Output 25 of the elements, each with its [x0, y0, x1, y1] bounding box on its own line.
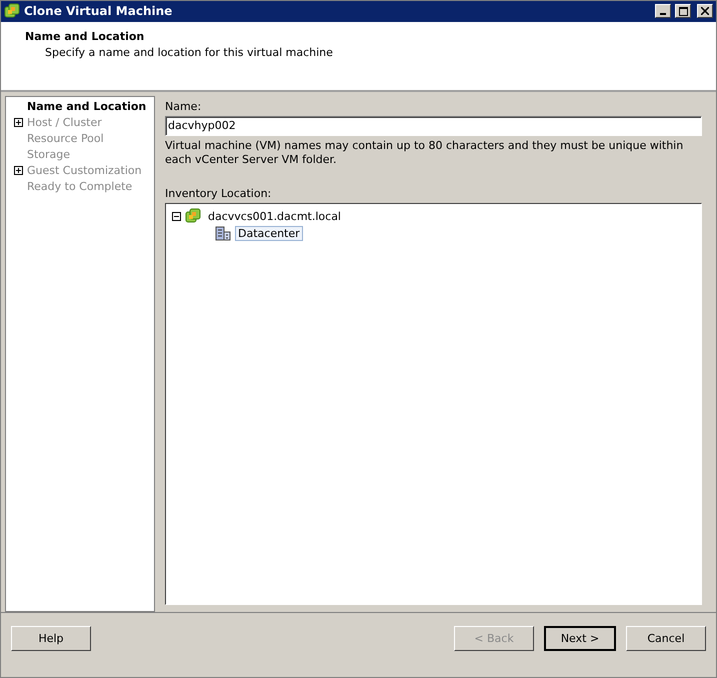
tree-item[interactable]: Datacenter [235, 226, 303, 241]
inventory-label: Inventory Location: [165, 186, 272, 200]
maximize-button[interactable] [675, 4, 691, 18]
page-subtitle: Specify a name and location for this virtual machine [45, 46, 334, 59]
name-field[interactable]: dacvhyp002 [165, 116, 702, 136]
close-button[interactable] [697, 4, 713, 18]
dialog-button[interactable]: Next > [544, 626, 616, 652]
vcenter-icon [185, 208, 201, 224]
window-title: Clone Virtual Machine [24, 4, 174, 18]
dialog-button[interactable]: Help [11, 626, 91, 652]
dialog-button[interactable]: Cancel [626, 626, 706, 652]
name-label: Name: [165, 100, 202, 113]
name-hint: Virtual machine (VM) names may contain up to 80 characters and they must be unique within each vCenter Server VM folder. [165, 138, 684, 167]
tree-item[interactable]: dacvvcs001.dacmt.local [205, 208, 344, 224]
maximize-icon [678, 6, 688, 16]
step-item[interactable]: Name and Location [27, 100, 146, 114]
vcenter-icon [4, 3, 20, 20]
collapse-icon[interactable] [172, 212, 181, 221]
expand-icon[interactable] [14, 118, 23, 128]
close-icon [701, 7, 709, 16]
inventory-tree[interactable]: dacvvcs001.dacmt.local Datacenter [165, 202, 702, 605]
expand-icon[interactable] [14, 166, 23, 176]
page-title: Name and Location [25, 30, 146, 43]
building-icon [215, 225, 231, 242]
minimize-button[interactable] [655, 4, 671, 18]
